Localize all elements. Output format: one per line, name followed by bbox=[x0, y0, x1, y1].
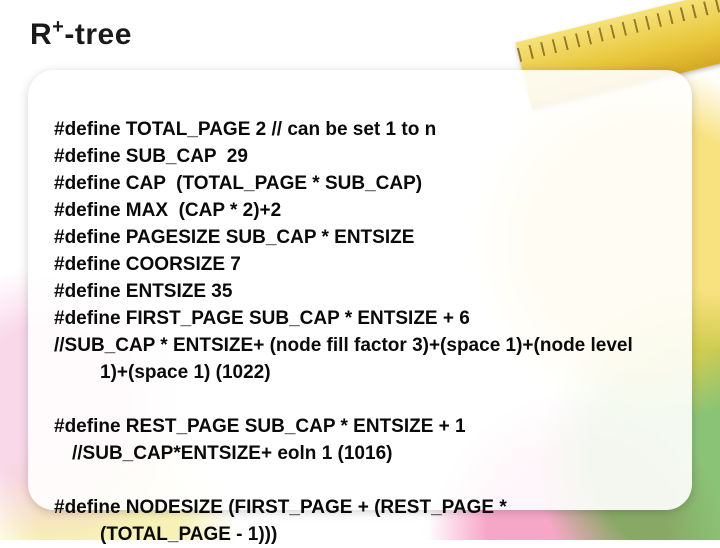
content-card: #define TOTAL_PAGE 2 // can be set 1 to … bbox=[28, 70, 692, 510]
code-line: #define REST_PAGE SUB_CAP * ENTSIZE + 1 bbox=[54, 416, 466, 437]
title-text-suffix: -tree bbox=[64, 18, 132, 51]
code-line: #define CAP (TOTAL_PAGE * SUB_CAP) bbox=[54, 173, 422, 194]
title-text-prefix: R bbox=[30, 18, 52, 51]
code-line: #define SUB_CAP 29 bbox=[54, 146, 248, 167]
code-line: #define MAX (CAP * 2)+2 bbox=[54, 200, 281, 221]
code-line: #define ENTSIZE 35 bbox=[54, 281, 232, 302]
code-line: #define FIRST_PAGE SUB_CAP * ENTSIZE + 6 bbox=[54, 308, 470, 329]
code-line: #define COORSIZE 7 bbox=[54, 254, 241, 275]
code-block: #define TOTAL_PAGE 2 // can be set 1 to … bbox=[54, 90, 666, 548]
title-superscript: + bbox=[52, 16, 64, 38]
code-line: #define PAGESIZE SUB_CAP * ENTSIZE bbox=[54, 227, 414, 248]
code-line: //SUB_CAP*ENTSIZE+ eoln 1 (1016) bbox=[54, 441, 666, 468]
slide-title: R+-tree bbox=[30, 18, 132, 52]
code-line-cont: (TOTAL_PAGE - 1))) bbox=[54, 522, 666, 548]
code-line: #define TOTAL_PAGE 2 // can be set 1 to … bbox=[54, 119, 436, 140]
code-line: #define NODESIZE (FIRST_PAGE + (REST_PAG… bbox=[54, 497, 507, 518]
code-line: //SUB_CAP * ENTSIZE+ (node fill factor 3… bbox=[54, 335, 633, 356]
code-line-cont: 1)+(space 1) (1022) bbox=[54, 360, 666, 387]
